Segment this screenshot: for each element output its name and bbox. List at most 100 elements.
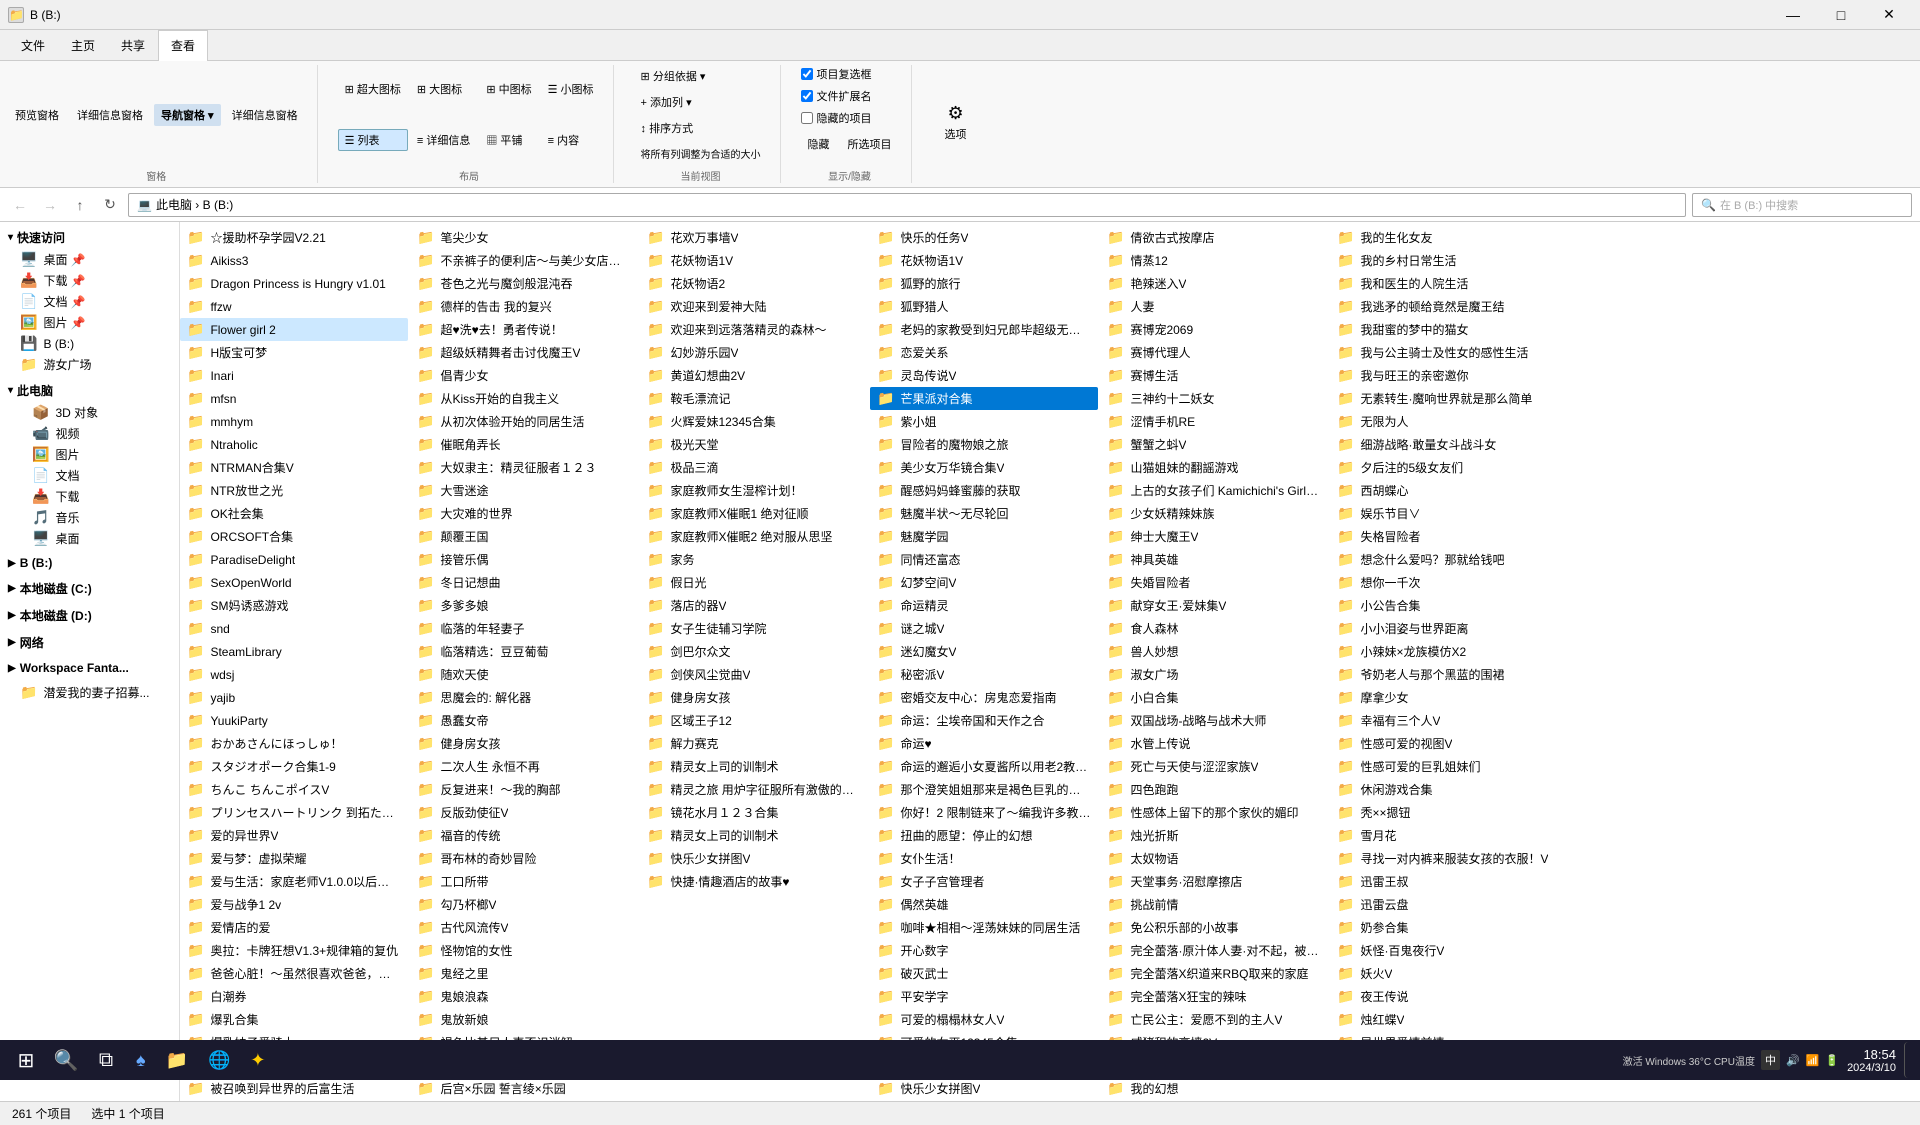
list-item[interactable]: 📁鬼经之里 xyxy=(410,962,638,985)
list-item[interactable]: 📁我的生化女友 xyxy=(1330,226,1558,249)
details-pane-button[interactable]: 详细信息窗格 xyxy=(70,104,150,126)
list-item[interactable]: 📁夜王传说 xyxy=(1330,985,1558,1008)
options-button[interactable]: ⚙ 选项 xyxy=(932,98,980,147)
file-ext-checkbox-row[interactable]: 文件扩展名 xyxy=(801,87,872,105)
list-item[interactable]: 📁完全蕾落X织道来RBQ取来的家庭 xyxy=(1100,962,1328,985)
list-item[interactable]: 📁我的幻想 xyxy=(1100,1077,1328,1100)
list-item[interactable]: 📁健身房女孩 xyxy=(410,732,638,755)
list-item[interactable]: 📁我甜蜜的梦中的猫女 xyxy=(1330,318,1558,341)
list-item[interactable]: 📁倩欲古式按摩店 xyxy=(1100,226,1328,249)
list-item[interactable]: 📁花妖物语2 xyxy=(640,272,868,295)
details-button[interactable]: ≡ 详细信息 xyxy=(410,129,477,151)
list-item[interactable]: 📁四色跑跑 xyxy=(1100,778,1328,801)
list-item[interactable]: 📁mmhym xyxy=(180,410,408,433)
list-item[interactable]: 📁秃××摁钮 xyxy=(1330,801,1558,824)
list-item[interactable]: 📁NTR放世之光 xyxy=(180,479,408,502)
list-item[interactable]: 📁大雪迷途 xyxy=(410,479,638,502)
list-item[interactable]: 📁细游战略·敢量女斗战斗女 xyxy=(1330,433,1558,456)
tab-view[interactable]: 查看 xyxy=(158,30,208,61)
list-item[interactable]: 📁妖火V xyxy=(1330,962,1558,985)
hidden-items-checkbox[interactable] xyxy=(801,112,813,124)
list-item[interactable]: 📁迷幻魔女V xyxy=(870,640,1098,663)
list-item[interactable]: 📁NTRMAN合集V xyxy=(180,456,408,479)
list-item[interactable]: 📁接管乐偶 xyxy=(410,548,638,571)
list-item[interactable]: 📁ちんこ ちんこポイスV xyxy=(180,778,408,801)
titlebar-controls[interactable]: — □ ✕ xyxy=(1770,0,1912,30)
list-item[interactable]: 📁极品三滴 xyxy=(640,456,868,479)
list-item[interactable]: 📁yajib xyxy=(180,686,408,709)
item-checkbox-row[interactable]: 项目复选框 xyxy=(801,65,872,83)
list-item[interactable]: 📁颠覆王国 xyxy=(410,525,638,548)
list-item[interactable]: 📁家庭教师X催眠2 绝对服从思坚 xyxy=(640,525,868,548)
list-item[interactable]: 📁无素转生·魔响世界就是那么简单 xyxy=(1330,387,1558,410)
list-item[interactable]: 📁双国战场-战略与战术大师 xyxy=(1100,709,1328,732)
sidebar-item-music[interactable]: 🎵 音乐 xyxy=(0,507,179,528)
list-item[interactable]: 📁爱与生活：家庭老师V1.0.0以后还有更新 xyxy=(180,870,408,893)
list-item[interactable]: 📁同情还富态 xyxy=(870,548,1098,571)
refresh-button[interactable]: ↻ xyxy=(98,193,122,217)
list-item[interactable]: 📁开心数字 xyxy=(870,939,1098,962)
list-item[interactable]: 📁临落的年轻妻子 xyxy=(410,617,638,640)
list-item[interactable]: 📁咖啡★相相～淫荡妹妹的同居生活 xyxy=(870,916,1098,939)
list-item[interactable]: 📁鞍毛漂流记 xyxy=(640,387,868,410)
list-item[interactable]: 📁假日光 xyxy=(640,571,868,594)
list-item[interactable]: 📁蟹蟹之蚪V xyxy=(1100,433,1328,456)
list-item[interactable]: 📁SM妈诱惑游戏 xyxy=(180,594,408,617)
list-item[interactable]: 📁灵岛传说V xyxy=(870,364,1098,387)
list-item[interactable]: 📁狐野猎人 xyxy=(870,295,1098,318)
up-button[interactable]: ↑ xyxy=(68,193,92,217)
list-item[interactable]: 📁迅雷云盘 xyxy=(1330,893,1558,916)
list-item[interactable]: 📁献穿女王·爱妹集V xyxy=(1100,594,1328,617)
list-item[interactable]: 📁烛光折斯 xyxy=(1100,824,1328,847)
preview-pane-button[interactable]: 预览窗格 xyxy=(8,104,66,126)
file-area[interactable]: 📁☆援助杯孕学园V2.21📁Aikiss3📁Dragon Princess is… xyxy=(180,222,1920,1101)
taskbar-steam-icon[interactable]: ♠ xyxy=(128,1042,154,1078)
list-item[interactable]: 📁H版宝可梦 xyxy=(180,341,408,364)
large-icon-button[interactable]: ⊞ 大图标 xyxy=(410,78,477,100)
list-item[interactable]: 📁爷奶老人与那个黑蓝的围裙 xyxy=(1330,663,1558,686)
list-item[interactable]: 📁我和医生的人院生活 xyxy=(1330,272,1558,295)
list-item[interactable]: 📁快乐少女拼图V xyxy=(870,1077,1098,1100)
list-item[interactable]: 📁性感体上留下的那个家伙的媚印 xyxy=(1100,801,1328,824)
list-item[interactable]: 📁恋爱关系 xyxy=(870,341,1098,364)
list-item[interactable]: 📁临落精选：豆豆葡萄 xyxy=(410,640,638,663)
list-item[interactable]: 📁スタジオポーク合集1-9 xyxy=(180,755,408,778)
network-header[interactable]: ▶ 网络 xyxy=(0,631,179,654)
list-item[interactable]: 📁命运：尘埃帝国和天作之合 xyxy=(870,709,1098,732)
search-box[interactable]: 🔍 在 B (B:) 中搜索 xyxy=(1692,193,1912,217)
list-item[interactable]: 📁黄道幻想曲2V xyxy=(640,364,868,387)
list-item[interactable]: 📁Aikiss3 xyxy=(180,249,408,272)
list-item[interactable]: 📁花妖物语1V xyxy=(870,249,1098,272)
sidebar-item-extra[interactable]: 📁 潜爱我的妻子招募... xyxy=(0,682,179,703)
list-item[interactable]: 📁我与旺王的亲密邀你 xyxy=(1330,364,1558,387)
list-item[interactable]: 📁家庭教师X催眠1 绝对征顺 xyxy=(640,502,868,525)
list-item[interactable]: 📁命运♥ xyxy=(870,732,1098,755)
list-button[interactable]: ☰ 列表 xyxy=(338,129,408,151)
list-item[interactable]: 📁西胡蝶心 xyxy=(1330,479,1558,502)
list-item[interactable]: 📁寻找一对内裤来服装女孩的衣服！V xyxy=(1330,847,1558,870)
list-item[interactable]: 📁想念什么爱吗？那就给钱吧 xyxy=(1330,548,1558,571)
list-item[interactable]: 📁完全蕾落X狂宝的辣味 xyxy=(1100,985,1328,1008)
list-item[interactable]: 📁醒感妈妈蜂蜜藤的获取 xyxy=(870,479,1098,502)
list-item[interactable]: 📁快乐的任务V xyxy=(870,226,1098,249)
list-item[interactable]: 📁火辉爱妹12345合集 xyxy=(640,410,868,433)
list-item[interactable]: 📁爱情店的爱 xyxy=(180,916,408,939)
list-item[interactable]: 📁太奴物语 xyxy=(1100,847,1328,870)
list-item[interactable]: 📁反复进来！～我的胸部 xyxy=(410,778,638,801)
show-desktop-button[interactable] xyxy=(1904,1042,1912,1078)
maximize-button[interactable]: □ xyxy=(1818,0,1864,30)
sidebar-item-b-drive-quick[interactable]: 💾 B (B:) xyxy=(0,333,179,354)
list-item[interactable]: 📁我逃矛的顿给竟然是魔王结 xyxy=(1330,295,1558,318)
list-item[interactable]: 📁小白合集 xyxy=(1100,686,1328,709)
list-item[interactable]: 📁无限为人 xyxy=(1330,410,1558,433)
list-item[interactable]: 📁Flower girl 2 xyxy=(180,318,408,341)
list-item[interactable]: 📁小小泪姿与世界距离 xyxy=(1330,617,1558,640)
list-item[interactable]: 📁后宫×乐园 誓言绫×乐园 xyxy=(410,1077,638,1100)
list-item[interactable]: 📁紫小姐 xyxy=(870,410,1098,433)
list-item[interactable]: 📁多爹多娘 xyxy=(410,594,638,617)
medium-icon-button[interactable]: ⊞ 中图标 xyxy=(479,78,538,100)
list-item[interactable]: 📁反版劲使征V xyxy=(410,801,638,824)
list-item[interactable]: 📁健身房女孩 xyxy=(640,686,868,709)
this-pc-header[interactable]: ▾ 此电脑 xyxy=(0,379,179,402)
sidebar-item-downloads2[interactable]: 📥 下载 xyxy=(0,486,179,507)
